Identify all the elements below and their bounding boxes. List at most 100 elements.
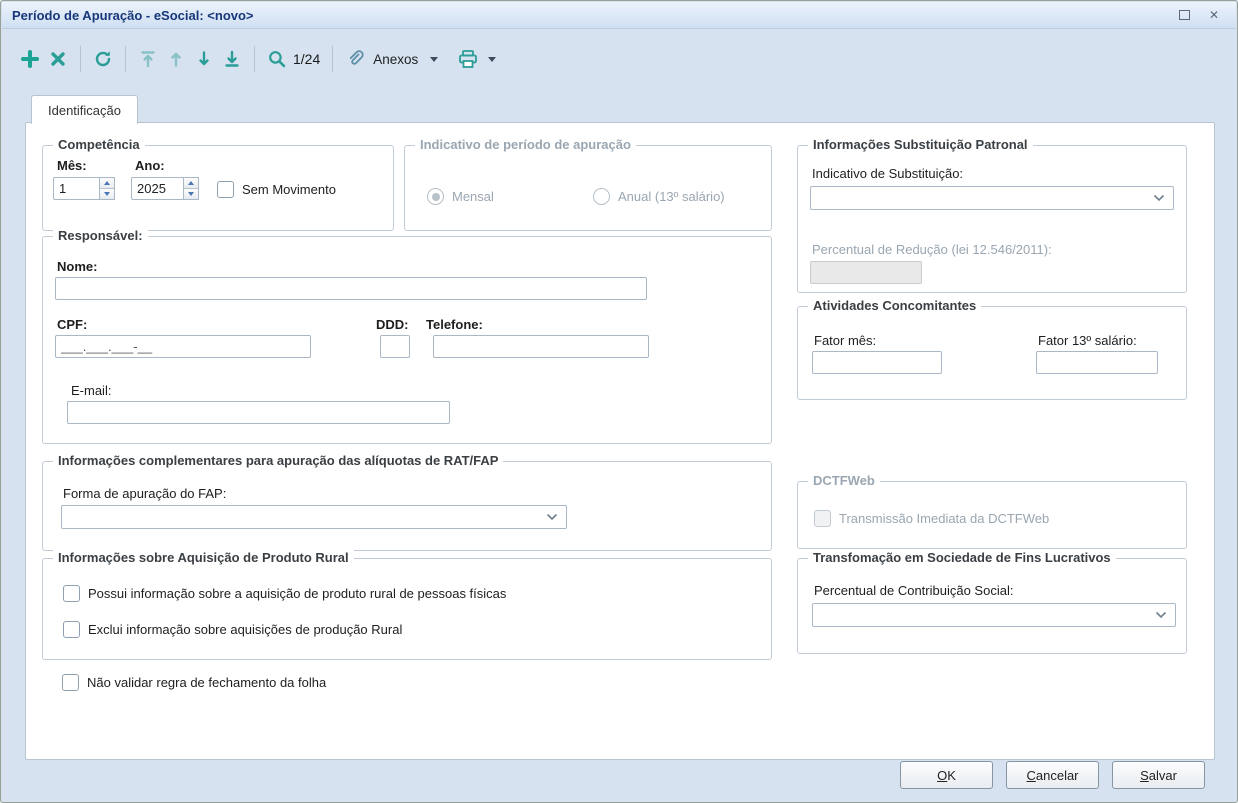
checkbox-label: Exclui informação sobre aquisições de pr… (88, 622, 403, 637)
group-title: Informações Substituição Patronal (808, 137, 1033, 152)
fator-13-label: Fator 13º salário: (1038, 333, 1137, 348)
add-icon (21, 50, 39, 68)
toolbar-separator (80, 46, 81, 72)
group-title: Atividades Concomitantes (808, 298, 982, 313)
ano-up-button[interactable] (184, 178, 198, 188)
fator-13-input[interactable] (1036, 351, 1158, 374)
sem-movimento-checkbox[interactable]: Sem Movimento (217, 181, 336, 198)
delete-button[interactable] (44, 45, 72, 73)
checkbox-icon (814, 510, 831, 527)
mes-down-button[interactable] (100, 188, 114, 199)
group-title: Indicativo de período de apuração (415, 137, 636, 152)
add-button[interactable] (16, 45, 44, 73)
first-record-button[interactable] (134, 45, 162, 73)
attachments-label[interactable]: Anexos (373, 52, 418, 67)
tab-identificacao[interactable]: Identificação (31, 95, 138, 124)
cancel-button[interactable]: Cancelar (1006, 761, 1099, 789)
percentual-reducao-label: Percentual de Redução (lei 12.546/2011): (812, 242, 1052, 257)
group-atividades-concomitantes: Atividades Concomitantes Fator mês: Fato… (797, 298, 1187, 400)
group-aquisicao-produto-rural: Informações sobre Aquisição de Produto R… (42, 550, 772, 660)
group-competencia: Competência Mês: Ano: Sem Movimento (42, 137, 394, 231)
title-bar[interactable]: Período de Apuração - eSocial: <novo> ✕ (2, 2, 1236, 29)
indicativo-substituicao-label: Indicativo de Substituição: (812, 166, 964, 181)
radio-icon (593, 188, 610, 205)
mes-input[interactable] (53, 177, 99, 200)
possui-info-produto-rural-checkbox[interactable]: Possui informação sobre a aquisição de p… (63, 585, 506, 602)
cpf-input[interactable] (55, 335, 311, 358)
ano-input[interactable] (131, 177, 183, 200)
fator-mes-input[interactable] (812, 351, 942, 374)
email-label: E-mail: (71, 383, 112, 398)
printer-icon (459, 50, 478, 68)
exclui-info-aquisicoes-checkbox[interactable]: Exclui informação sobre aquisições de pr… (63, 621, 402, 638)
chevron-down-icon (1153, 194, 1165, 202)
toolbar-separator (332, 46, 334, 72)
ano-down-button[interactable] (184, 188, 198, 199)
window-controls: ✕ (1176, 7, 1226, 23)
dialog-window: Período de Apuração - eSocial: <novo> ✕ (0, 0, 1238, 803)
nao-validar-fechamento-checkbox[interactable]: Não validar regra de fechamento da folha (62, 674, 326, 691)
checkbox-icon (62, 674, 79, 691)
checkbox-icon (217, 181, 234, 198)
nome-input[interactable] (55, 277, 647, 300)
ddd-input[interactable] (380, 335, 410, 358)
cancel-button-label: Cancelar (1026, 767, 1079, 783)
percentual-contribuicao-label: Percentual de Contribuição Social: (814, 583, 1014, 598)
search-icon (269, 51, 286, 68)
radio-icon (427, 188, 444, 205)
mes-stepper (53, 177, 115, 200)
window-title: Período de Apuração - eSocial: <novo> (12, 7, 254, 23)
percentual-reducao-input (810, 261, 922, 284)
forma-fap-label: Forma de apuração do FAP: (63, 486, 227, 501)
anual-radio[interactable]: Anual (13º salário) (593, 188, 725, 205)
spin-up-icon (188, 181, 194, 185)
group-ratfap: Informações complementares para apuração… (42, 453, 772, 551)
search-button[interactable] (263, 45, 291, 73)
maximize-icon (1178, 10, 1190, 20)
group-title: Informações complementares para apuração… (53, 453, 504, 468)
chevron-down-icon (1155, 611, 1167, 619)
group-responsavel: Responsável: Nome: CPF: DDD: Telefone: E… (42, 228, 772, 444)
print-dropdown-icon[interactable] (488, 56, 497, 62)
save-button[interactable]: Salvar (1112, 761, 1205, 789)
group-title: DCTFWeb (808, 473, 880, 488)
first-record-icon (141, 51, 155, 68)
refresh-button[interactable] (89, 45, 117, 73)
previous-record-button[interactable] (162, 45, 190, 73)
previous-record-icon (171, 52, 181, 67)
ok-button-label: OK (937, 767, 956, 783)
form-panel: Competência Mês: Ano: Sem Movimento (25, 122, 1215, 760)
attachments-dropdown-icon[interactable] (430, 56, 439, 62)
group-indicativo-periodo: Indicativo de período de apuração Mensal… (404, 137, 772, 231)
toolbar: 1/24 Anexos (2, 29, 1236, 89)
maximize-button[interactable] (1176, 7, 1192, 23)
indicativo-substituicao-select[interactable] (810, 186, 1174, 210)
nome-label: Nome: (57, 259, 98, 274)
percentual-contribuicao-select[interactable] (812, 603, 1176, 627)
group-dctfweb: DCTFWeb Transmissão Imediata da DCTFWeb (797, 473, 1187, 549)
close-icon: ✕ (1208, 8, 1220, 22)
refresh-icon (95, 51, 111, 67)
last-record-button[interactable] (218, 45, 246, 73)
mes-up-button[interactable] (100, 178, 114, 188)
close-button[interactable]: ✕ (1206, 7, 1222, 23)
forma-fap-select[interactable] (61, 505, 567, 529)
print-button[interactable] (454, 45, 482, 73)
next-record-button[interactable] (190, 45, 218, 73)
paperclip-icon (350, 50, 364, 65)
delete-icon (51, 52, 65, 66)
record-counter: 1/24 (293, 51, 321, 67)
attachments-button[interactable] (341, 45, 369, 73)
checkbox-label: Sem Movimento (242, 182, 336, 197)
radio-label: Mensal (452, 189, 494, 204)
telefone-input[interactable] (433, 335, 649, 358)
save-button-label: Salvar (1140, 767, 1177, 783)
group-substituicao-patronal: Informações Substituição Patronal Indica… (797, 137, 1187, 293)
chevron-down-icon (546, 513, 558, 521)
mes-label: Mês: (57, 158, 87, 173)
email-input[interactable] (67, 401, 450, 424)
checkbox-label: Possui informação sobre a aquisição de p… (88, 586, 507, 601)
mensal-radio[interactable]: Mensal (427, 188, 494, 205)
ok-button[interactable]: OK (900, 761, 993, 789)
spin-up-icon (104, 181, 110, 185)
